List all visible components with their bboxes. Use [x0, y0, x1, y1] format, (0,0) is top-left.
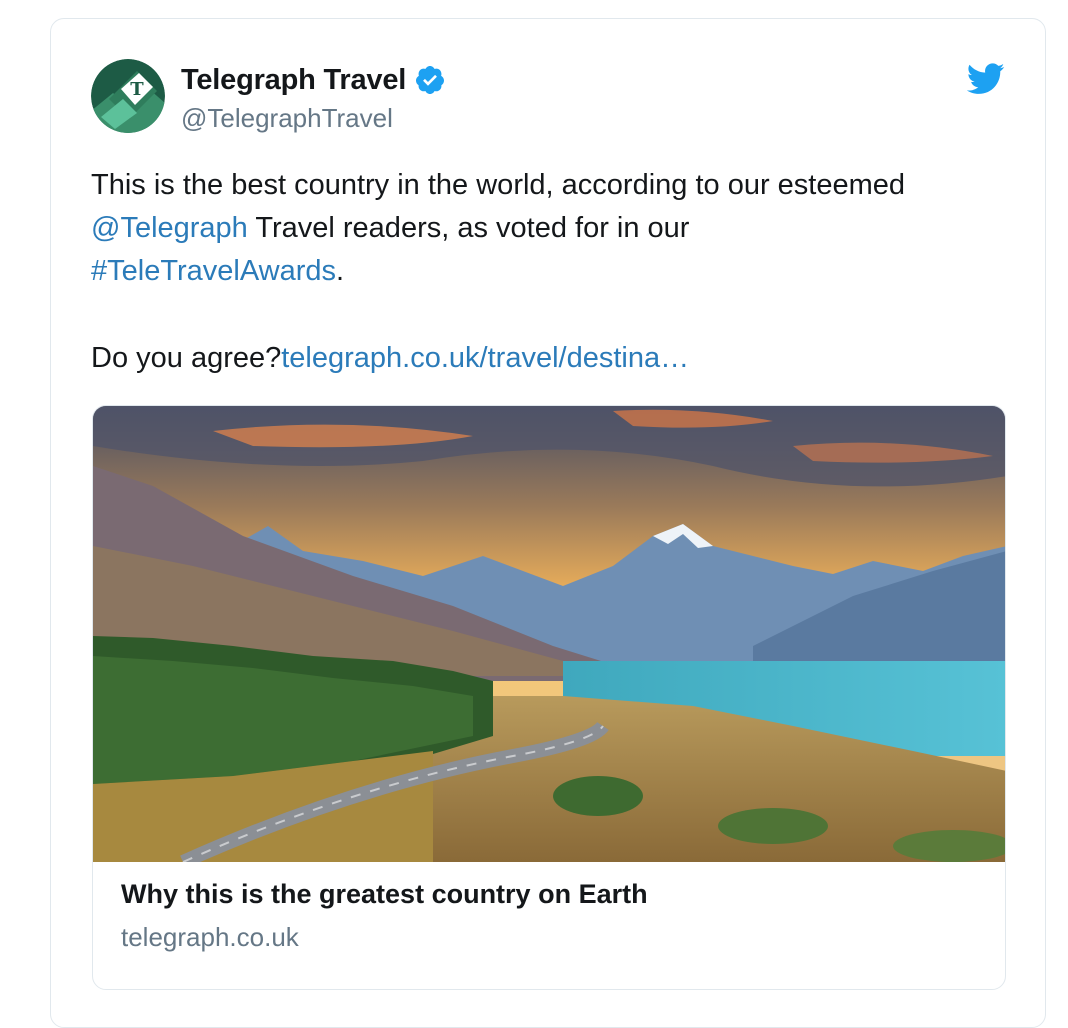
handle[interactable]: @TelegraphTravel [181, 103, 446, 134]
mention-link[interactable]: @Telegraph [91, 212, 248, 244]
tweet-line-3: #TeleTravelAwards. [91, 250, 991, 293]
article-link[interactable]: telegraph.co.uk/travel/destina… [281, 342, 689, 374]
tweet-line-2-text: Travel readers, as voted for in our [247, 212, 690, 244]
tweet-line-4: Do you agree?telegraph.co.uk/travel/dest… [91, 337, 991, 380]
tweet-line-1: This is the best country in the world, a… [91, 169, 906, 201]
tweet-card[interactable]: T Telegraph Travel @TelegraphTravel This… [50, 18, 1046, 1028]
telegraph-logo-icon: T [91, 59, 165, 133]
svg-text:T: T [130, 79, 144, 100]
twitter-bird-icon[interactable] [967, 63, 1005, 95]
avatar[interactable]: T [91, 59, 165, 133]
verified-badge-icon [416, 66, 445, 94]
tweet-period: . [336, 255, 345, 287]
author-block: Telegraph Travel @TelegraphTravel [181, 61, 446, 134]
hashtag-link[interactable]: #TeleTravelAwards [91, 255, 336, 287]
link-card[interactable]: Why this is the greatest country on Eart… [92, 405, 1006, 990]
tweet-line-2: @Telegraph Travel readers, as voted for … [91, 207, 991, 250]
tweet-text: This is the best country in the world, a… [91, 164, 991, 380]
card-landscape-image [93, 406, 1005, 862]
card-title[interactable]: Why this is the greatest country on Eart… [121, 876, 648, 912]
display-name[interactable]: Telegraph Travel [181, 64, 406, 97]
tweet-question: Do you agree? [91, 342, 282, 374]
card-domain: telegraph.co.uk [121, 922, 299, 952]
card-body: Why this is the greatest country on Eart… [121, 876, 648, 953]
